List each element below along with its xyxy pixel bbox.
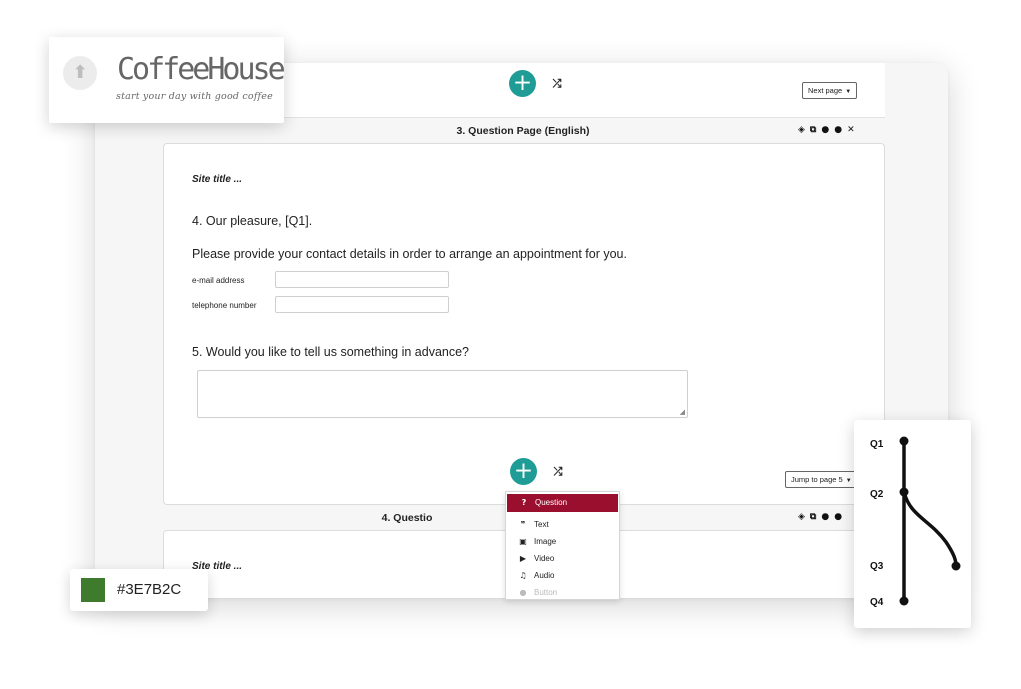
site-title[interactable]: Site title ... bbox=[192, 174, 242, 186]
shuffle-icon[interactable]: ⤮ bbox=[549, 464, 567, 480]
logo-card: ⬆ CoffeeHouse start your day with good c… bbox=[49, 37, 286, 123]
flow-node-q3[interactable] bbox=[951, 561, 961, 571]
page-4-tools: ◈ ⧉ ● ● bbox=[798, 512, 842, 522]
menu-item-video[interactable]: ▶ Video bbox=[506, 550, 619, 567]
add-element-button-active[interactable]: + bbox=[510, 458, 537, 485]
video-icon: ▶ bbox=[519, 553, 527, 563]
jump-page-select[interactable]: Jump to page 5 ▼ bbox=[785, 471, 858, 488]
page-3-tools: ◈ ⧉ ● ● ✕ bbox=[798, 125, 855, 135]
color-hex-label: #3E7B2C bbox=[117, 581, 182, 598]
copy-icon[interactable]: ⧉ bbox=[810, 125, 816, 135]
next-page-label: Next page bbox=[808, 86, 843, 95]
phone-label: telephone number bbox=[192, 301, 257, 310]
color-swatch[interactable] bbox=[81, 578, 105, 602]
caret-down-icon: ▼ bbox=[845, 478, 852, 484]
color-swatch-card: #3E7B2C bbox=[70, 569, 208, 611]
menu-item-question[interactable]: ? Question bbox=[507, 494, 618, 512]
image-icon: ▣ bbox=[519, 536, 527, 546]
phone-field[interactable] bbox=[275, 296, 449, 313]
logo-brand-name: CoffeeHouse bbox=[117, 52, 286, 87]
menu-item-button[interactable]: ● Button bbox=[506, 584, 619, 599]
caret-down-icon: ▼ bbox=[845, 89, 852, 95]
shuffle-icon[interactable]: ⤮ bbox=[548, 76, 566, 92]
visibility-icon[interactable]: ◈ bbox=[798, 512, 805, 522]
flow-node-q2[interactable] bbox=[899, 487, 909, 497]
menu-item-audio[interactable]: ♫ Audio bbox=[506, 567, 619, 584]
music-icon: ♫ bbox=[519, 570, 527, 580]
move-down-icon[interactable]: ● bbox=[821, 125, 829, 135]
flow-diagram bbox=[899, 436, 961, 606]
upload-logo-button[interactable]: ⬆ bbox=[63, 56, 97, 90]
visibility-icon[interactable]: ◈ bbox=[798, 125, 805, 135]
email-label: e-mail address bbox=[192, 276, 245, 285]
page-3-title: 3. Question Page (English) bbox=[456, 125, 590, 137]
question-5-textarea[interactable]: ◢ bbox=[197, 370, 688, 418]
question-5-text[interactable]: 5. Would you like to tell us something i… bbox=[192, 344, 469, 360]
question-icon: ? bbox=[521, 498, 527, 507]
button-icon: ● bbox=[519, 587, 527, 597]
menu-item-text[interactable]: ❞ Text bbox=[506, 516, 619, 533]
move-up-icon[interactable]: ● bbox=[834, 125, 842, 135]
jump-page-label: Jump to page 5 bbox=[791, 475, 843, 484]
add-element-menu: ? Question ❞ Text ▣ Image ▶ Video ♫ Audi… bbox=[505, 491, 620, 600]
close-icon[interactable]: ✕ bbox=[847, 125, 855, 135]
copy-icon[interactable]: ⧉ bbox=[810, 512, 816, 522]
flow-node-q1[interactable] bbox=[899, 436, 909, 446]
upload-arrow-icon: ⬆ bbox=[72, 62, 88, 83]
logo-tagline: start your day with good coffee bbox=[116, 91, 273, 102]
quote-icon: ❞ bbox=[520, 519, 526, 529]
flow-node-q4[interactable] bbox=[899, 596, 909, 606]
move-up-icon[interactable]: ● bbox=[834, 512, 842, 522]
menu-item-image[interactable]: ▣ Image bbox=[506, 533, 619, 550]
add-element-button[interactable]: + bbox=[509, 70, 536, 97]
question-4-text[interactable]: 4. Our pleasure, [Q1]. bbox=[192, 213, 312, 229]
next-page-select[interactable]: Next page ▼ bbox=[802, 82, 858, 99]
page-4-title: 4. Questio bbox=[381, 512, 433, 524]
resize-handle-icon[interactable]: ◢ bbox=[680, 408, 685, 416]
question-flow-card: Q1 Q2 Q3 Q4 bbox=[854, 420, 971, 628]
question-page-card: Site title ... 4. Our pleasure, [Q1]. Pl… bbox=[163, 143, 885, 505]
email-field[interactable] bbox=[275, 271, 449, 288]
question-4-instruction[interactable]: Please provide your contact details in o… bbox=[192, 246, 627, 262]
flow-edge-branch bbox=[902, 491, 958, 567]
move-down-icon[interactable]: ● bbox=[821, 512, 829, 522]
